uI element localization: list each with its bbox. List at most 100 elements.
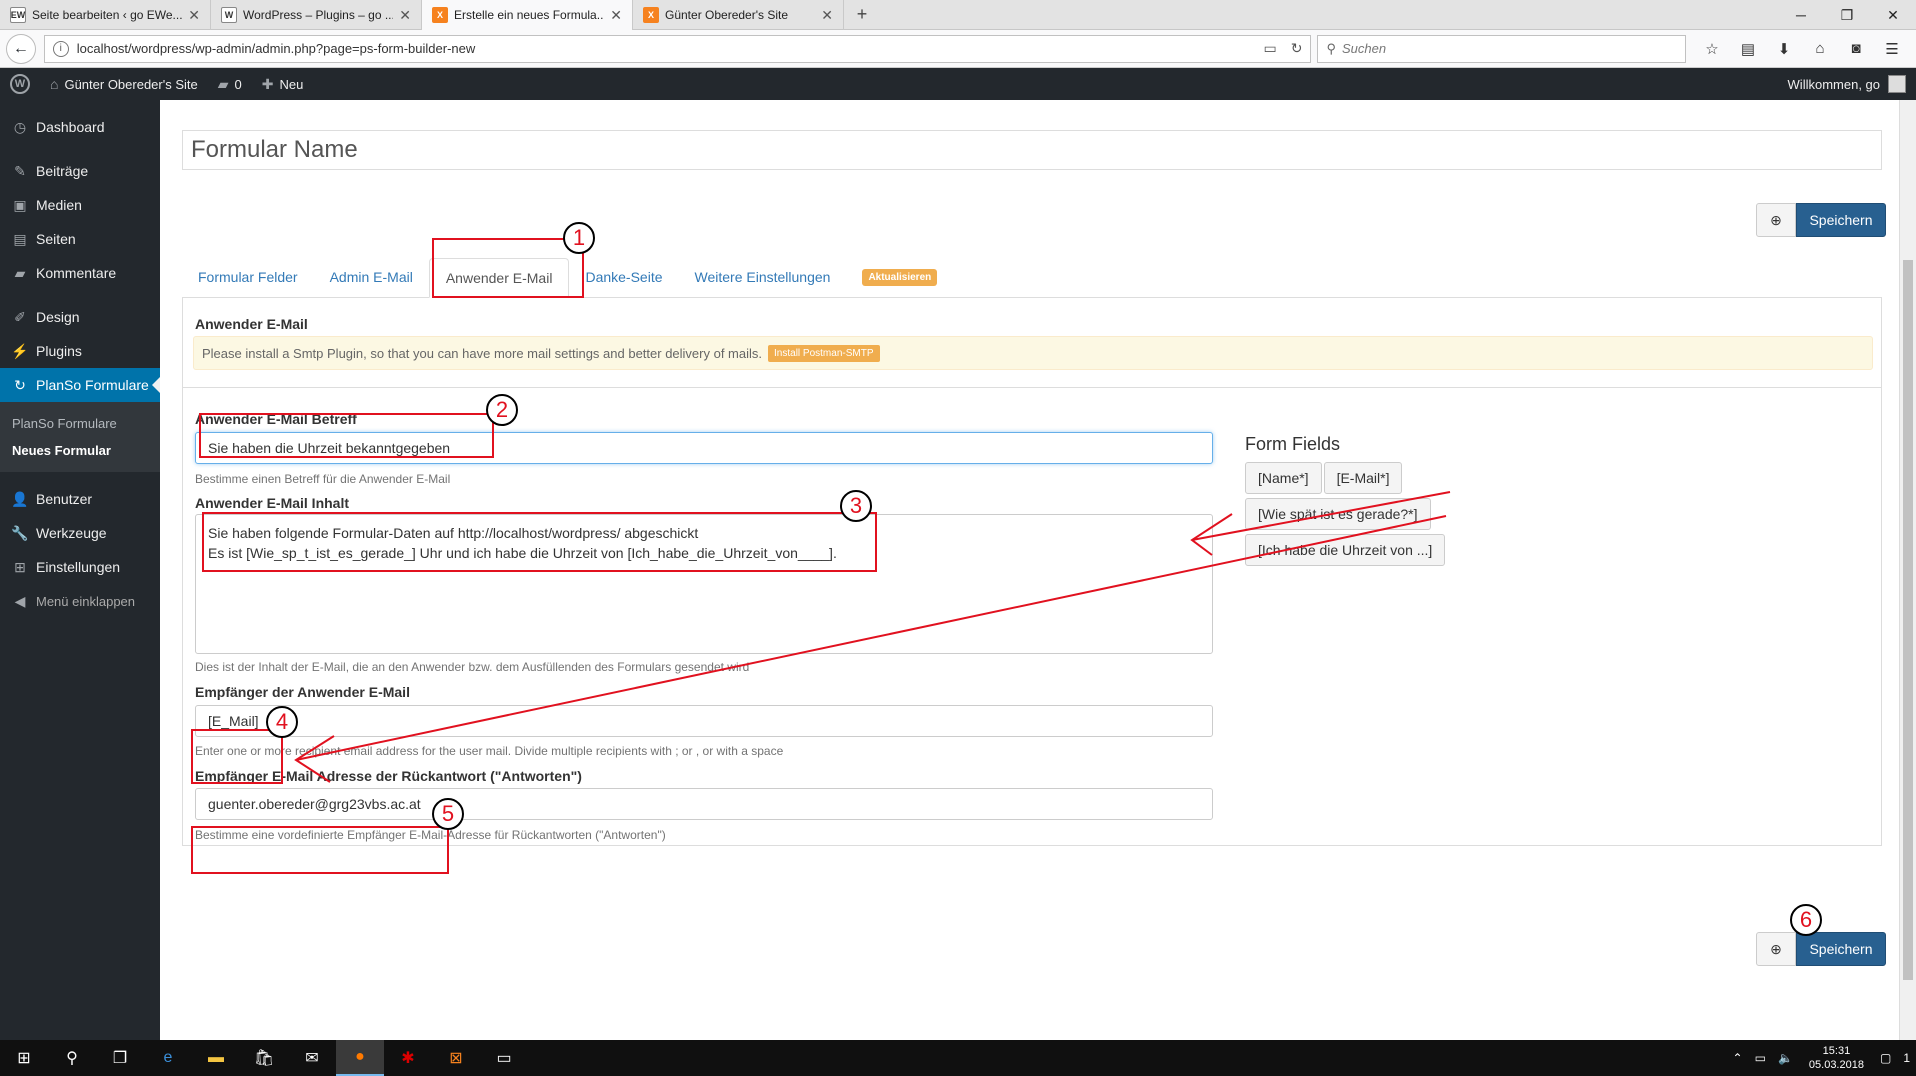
sidebar-item-label: Seiten bbox=[36, 231, 76, 247]
field-time-from-button[interactable]: [Ich habe die Uhrzeit von ...] bbox=[1245, 534, 1446, 566]
form-fields-title: Form Fields bbox=[1245, 434, 1341, 454]
sidebar-item-planso[interactable]: ↻ PlanSo Formulare bbox=[0, 368, 160, 402]
media-icon: ▣ bbox=[13, 196, 27, 213]
browser-tab-3[interactable]: X Erstelle ein neues Formula... ✕ bbox=[422, 0, 633, 30]
field-name-button[interactable]: [Name*] bbox=[1245, 462, 1322, 494]
sidebar-item-settings[interactable]: ⊞ Einstellungen bbox=[0, 550, 160, 584]
tab-admin-email[interactable]: Admin E-Mail bbox=[314, 257, 429, 297]
search-icon[interactable]: ⚲ bbox=[48, 1040, 96, 1076]
clock[interactable]: 15:31 05.03.2018 bbox=[1809, 1044, 1864, 1072]
page-scrollbar[interactable] bbox=[1899, 100, 1916, 1040]
new-tab-plus-icon[interactable]: + bbox=[844, 0, 880, 29]
sidebar-item-design[interactable]: ✐ Design bbox=[0, 300, 160, 334]
reader-view-icon[interactable]: ▭ bbox=[1263, 40, 1276, 57]
tab-more-settings[interactable]: Weitere Einstellungen bbox=[679, 257, 847, 297]
back-arrow-icon[interactable]: ← bbox=[6, 33, 36, 64]
minimize-icon[interactable]: ─ bbox=[1778, 0, 1824, 30]
lifebuoy-icon[interactable]: ⊕ bbox=[1756, 203, 1796, 237]
avatar bbox=[1888, 75, 1906, 93]
install-postman-button[interactable]: Install Postman-SMTP bbox=[768, 344, 880, 362]
pin-icon: ✎ bbox=[14, 162, 26, 179]
sidebar-item-plugins[interactable]: ⚡ Plugins bbox=[0, 334, 160, 368]
browser-tab-4[interactable]: X Günter Obereder's Site ✕ bbox=[633, 0, 844, 30]
notification-icon[interactable]: ▢ bbox=[1880, 1051, 1891, 1065]
network-icon[interactable]: ▭ bbox=[1755, 1051, 1766, 1065]
reply-to-input[interactable]: guenter.obereder@grg23vbs.ac.at bbox=[195, 788, 1213, 820]
site-name-link[interactable]: ⌂ Günter Obereder's Site bbox=[40, 68, 208, 100]
browser-tab-2[interactable]: W WordPress – Plugins – go ... ✕ bbox=[211, 0, 422, 30]
system-tray: ⌃ ▭ 🔈 15:31 05.03.2018 ▢ 1 bbox=[1727, 1044, 1916, 1072]
wp-logo[interactable]: W bbox=[0, 68, 40, 100]
sidebar-item-label: Design bbox=[36, 309, 80, 325]
url-bar[interactable]: i localhost/wordpress/wp-admin/admin.php… bbox=[43, 34, 1312, 63]
windows-start-icon[interactable]: ⊞ bbox=[0, 1040, 48, 1076]
close-icon[interactable]: ✕ bbox=[821, 7, 833, 24]
sidebar-item-dashboard[interactable]: ◷ Dashboard bbox=[0, 110, 160, 144]
firefox-icon[interactable]: ● bbox=[336, 1040, 384, 1076]
save-button-top[interactable]: Speichern bbox=[1796, 203, 1886, 237]
close-icon[interactable]: ✕ bbox=[399, 7, 411, 24]
bookmark-star-icon[interactable]: ☆ bbox=[1694, 40, 1730, 58]
url-text[interactable]: localhost/wordpress/wp-admin/admin.php?p… bbox=[77, 41, 1250, 56]
close-icon[interactable]: ✕ bbox=[188, 7, 200, 24]
recipient-input[interactable]: [E_Mail] bbox=[195, 705, 1213, 737]
tab-form-fields[interactable]: Formular Felder bbox=[182, 257, 314, 297]
task-view-icon[interactable]: ❐ bbox=[96, 1040, 144, 1076]
tab-thanks-page[interactable]: Danke-Seite bbox=[569, 257, 678, 297]
my-account[interactable]: Willkommen, go bbox=[1788, 75, 1916, 93]
annotation-number-4: 4 bbox=[266, 706, 298, 738]
hamburger-menu-icon[interactable]: ☰ bbox=[1874, 40, 1910, 58]
sidebar-item-posts[interactable]: ✎ Beiträge bbox=[0, 154, 160, 188]
sidebar-item-label: Kommentare bbox=[36, 265, 117, 281]
comment-bubble-icon: ▰ bbox=[217, 75, 229, 92]
sidebar-item-tools[interactable]: 🔧 Werkzeuge bbox=[0, 516, 160, 550]
notepad-icon[interactable]: ▭ bbox=[480, 1040, 528, 1076]
update-badge: Aktualisieren bbox=[862, 269, 938, 286]
mail-icon[interactable]: ✉ bbox=[288, 1040, 336, 1076]
pocket-icon[interactable]: ◙ bbox=[1838, 40, 1874, 58]
save-button-bottom[interactable]: Speichern bbox=[1796, 932, 1886, 966]
clipboard-icon[interactable]: ▤ bbox=[1730, 40, 1766, 58]
field-email-button[interactable]: [E-Mail*] bbox=[1323, 462, 1403, 494]
sidebar-item-pages[interactable]: ▤ Seiten bbox=[0, 222, 160, 256]
smtp-alert: Please install a Smtp Plugin, so that yo… bbox=[193, 336, 1873, 370]
field-time-button[interactable]: [Wie spät ist es gerade?*] bbox=[1245, 498, 1431, 530]
annotation-box-content bbox=[202, 512, 877, 572]
submenu-item-planso-forms[interactable]: PlanSo Formulare bbox=[0, 410, 160, 437]
sidebar-item-media[interactable]: ▣ Medien bbox=[0, 188, 160, 222]
sidebar-collapse-menu[interactable]: ◀ Menü einklappen bbox=[0, 584, 160, 618]
home-icon[interactable]: ⌂ bbox=[1802, 40, 1838, 58]
new-content-link[interactable]: ✚ Neu bbox=[252, 68, 314, 100]
search-icon: ⚲ bbox=[1326, 40, 1336, 56]
window-close-icon[interactable]: ✕ bbox=[1870, 0, 1916, 30]
app-red-icon[interactable]: ✱ bbox=[384, 1040, 432, 1076]
restore-icon[interactable]: ❐ bbox=[1824, 0, 1870, 30]
wordpress-logo-icon: W bbox=[10, 74, 30, 94]
notification-count: 1 bbox=[1903, 1051, 1910, 1065]
comments-link[interactable]: ▰ 0 bbox=[208, 68, 252, 100]
submenu-item-new-form[interactable]: Neues Formular bbox=[0, 437, 160, 464]
form-fields-buttons: [Name*] [E-Mail*] [Wie spät ist es gerad… bbox=[1245, 462, 1585, 570]
close-icon[interactable]: ✕ bbox=[610, 7, 622, 24]
window-controls: ─ ❐ ✕ bbox=[1778, 0, 1916, 30]
sidebar-item-label: Beiträge bbox=[36, 163, 89, 179]
chevron-up-icon[interactable]: ⌃ bbox=[1733, 1051, 1743, 1065]
search-input[interactable]: ⚲ Suchen bbox=[1317, 34, 1687, 63]
store-icon[interactable]: 🛍 bbox=[240, 1040, 288, 1076]
sidebar-item-users[interactable]: 👤 Benutzer bbox=[0, 482, 160, 516]
reload-icon[interactable]: ↻ bbox=[1291, 40, 1303, 57]
xampp-icon[interactable]: ⊠ bbox=[432, 1040, 480, 1076]
site-name: Günter Obereder's Site bbox=[64, 76, 198, 92]
sidebar-item-label: Plugins bbox=[36, 343, 82, 359]
file-explorer-icon[interactable]: ▬ bbox=[192, 1040, 240, 1076]
volume-icon[interactable]: 🔈 bbox=[1778, 1051, 1793, 1065]
lifebuoy-icon[interactable]: ⊕ bbox=[1756, 932, 1796, 966]
sidebar-item-label: PlanSo Formulare bbox=[36, 377, 149, 393]
download-arrow-icon[interactable]: ⬇ bbox=[1766, 40, 1802, 58]
sidebar-item-comments[interactable]: ▰ Kommentare bbox=[0, 256, 160, 290]
scrollbar-thumb[interactable] bbox=[1903, 260, 1913, 980]
edge-browser-icon[interactable]: e bbox=[144, 1040, 192, 1076]
browser-tab-1[interactable]: EW Seite bearbeiten ‹ go EWe... ✕ bbox=[0, 0, 211, 30]
info-icon[interactable]: i bbox=[52, 40, 69, 57]
form-name-input[interactable]: Formular Name bbox=[182, 130, 1882, 170]
